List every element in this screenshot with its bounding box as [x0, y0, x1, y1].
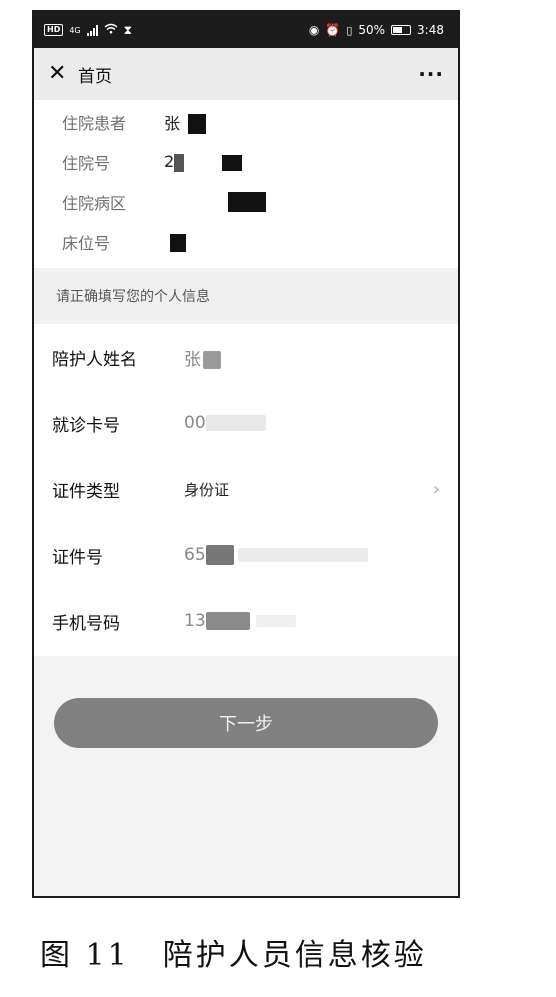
field-label: 就诊卡号 [52, 415, 120, 436]
patient-value [164, 232, 186, 252]
alarm-icon: ⏰ [325, 23, 341, 37]
form-hint: 请正确填写您的个人信息 [34, 268, 458, 324]
patient-row-bed: 床位号 [34, 222, 458, 262]
figure-caption: 图 11 陪护人员信息核验 [40, 938, 427, 973]
field-label: 手机号码 [52, 613, 120, 634]
next-step-button[interactable]: 下一步 [54, 698, 438, 748]
page-title: 首页 [78, 66, 112, 87]
vibrate-icon: ▯ [346, 23, 353, 37]
patient-row-admission-no: 住院号 2 [34, 142, 458, 182]
hourglass-icon: ⧗ [123, 22, 133, 37]
field-card-number[interactable]: 就诊卡号 00 [34, 390, 458, 456]
phone-screen: HD 4G ⧗ ◉ ⏰ ▯ 50% 3:48 ✕ 首页 ··· 住院患者 张 住… [32, 10, 460, 898]
more-icon[interactable]: ··· [418, 62, 444, 86]
patient-info-panel: 住院患者 张 住院号 2 住院病区 床位号 [34, 100, 458, 268]
field-label: 陪护人姓名 [52, 349, 137, 370]
patient-value: 2 [164, 152, 243, 172]
signal-icon [86, 24, 98, 36]
patient-label: 住院病区 [62, 194, 127, 213]
hd-badge: HD [44, 24, 64, 36]
wifi-icon [104, 23, 118, 38]
clock: 3:48 [417, 23, 444, 37]
signal-type: 4G [69, 25, 81, 35]
nav-bar: ✕ 首页 ··· [34, 48, 458, 100]
companion-form: 陪护人姓名 张 就诊卡号 00 证件类型 身份证 › 证件号 65 手机号码 1… [34, 324, 458, 656]
eye-icon: ◉ [308, 23, 320, 37]
patient-row-name: 住院患者 张 [34, 102, 458, 142]
field-label: 证件号 [52, 547, 103, 568]
patient-label: 住院号 [62, 154, 111, 173]
phone-input[interactable]: 13 [184, 611, 296, 631]
patient-value: 张 [164, 110, 207, 135]
field-phone[interactable]: 手机号码 13 [34, 588, 458, 654]
field-id-type[interactable]: 证件类型 身份证 › [34, 456, 458, 522]
chevron-right-icon: › [432, 478, 440, 500]
battery-percent: 50% [358, 23, 386, 37]
battery-icon [391, 25, 412, 35]
companion-name-input[interactable]: 张 [184, 345, 221, 370]
patient-label: 床位号 [62, 234, 111, 253]
field-companion-name[interactable]: 陪护人姓名 张 [34, 324, 458, 390]
patient-row-ward: 住院病区 [34, 182, 458, 222]
card-number-input[interactable]: 00 [184, 413, 266, 433]
id-type-select[interactable]: 身份证 [184, 479, 229, 500]
patient-value [164, 192, 266, 213]
status-bar: HD 4G ⧗ ◉ ⏰ ▯ 50% 3:48 [34, 12, 458, 48]
id-number-input[interactable]: 65 [184, 545, 368, 565]
field-id-number[interactable]: 证件号 65 [34, 522, 458, 588]
close-icon[interactable]: ✕ [48, 63, 72, 85]
patient-label: 住院患者 [62, 114, 127, 133]
field-label: 证件类型 [52, 481, 120, 502]
